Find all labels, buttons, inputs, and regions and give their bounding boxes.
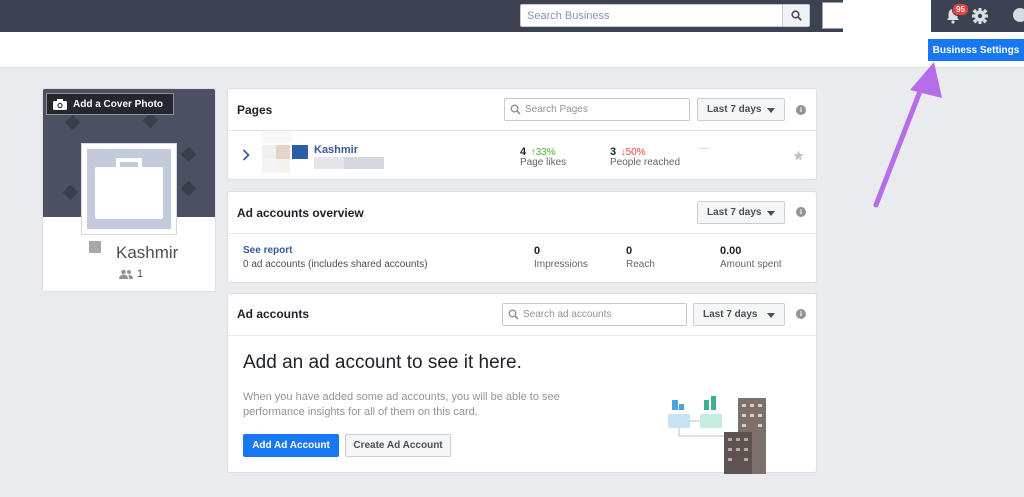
blurred-thumbnail <box>262 145 276 159</box>
blurred-thumbnail <box>262 159 276 173</box>
reach-value: 0 <box>626 245 633 257</box>
help-icon[interactable] <box>1013 8 1024 22</box>
cover-pattern-shape <box>180 180 197 197</box>
pages-search-box[interactable] <box>504 98 690 121</box>
ad-accounts-title: Ad accounts <box>237 307 310 321</box>
info-icon[interactable]: i <box>796 207 806 217</box>
cover-pattern-shape <box>180 146 197 163</box>
page-name-link[interactable]: Kashmir <box>314 144 358 156</box>
cover-pattern-shape <box>64 114 81 131</box>
star-icon[interactable] <box>793 150 804 161</box>
top-navigation-bar: 95 <box>0 0 1024 36</box>
blurred-thumbnail <box>276 159 290 173</box>
impressions-label: Impressions <box>534 259 588 270</box>
blurred-page-info <box>314 157 344 169</box>
cover-pattern-shape <box>142 112 159 129</box>
amount-spent-value: 0.00 <box>720 245 742 257</box>
search-button[interactable] <box>782 5 809 26</box>
ad-accounts-search-input[interactable] <box>523 304 684 325</box>
ad-accounts-search-box[interactable] <box>502 303 687 326</box>
gear-icon[interactable] <box>971 7 989 25</box>
search-icon <box>510 104 521 115</box>
people-reached-label: People reached <box>610 157 681 168</box>
pages-card: Pages Last 7 days i Kashmir 4 ↑33% Page … <box>227 88 817 180</box>
add-ad-account-button[interactable]: Add Ad Account <box>243 434 339 457</box>
ad-accounts-overview-title: Ad accounts overview <box>237 206 364 220</box>
impressions-value: 0 <box>534 245 541 257</box>
blurred-page-info <box>344 157 384 169</box>
pages-card-title: Pages <box>237 103 273 117</box>
reach-label: Reach <box>626 259 655 270</box>
notification-badge: 95 <box>952 3 969 16</box>
see-report-link[interactable]: See report <box>243 245 292 256</box>
verification-placeholder-icon <box>89 241 101 253</box>
overview-date-range-label: Last 7 days <box>707 207 762 218</box>
chevron-down-icon <box>767 108 775 113</box>
business-search-box[interactable] <box>520 4 810 27</box>
amount-spent-label: Amount spent <box>720 259 782 270</box>
add-cover-photo-label: Add a Cover Photo <box>73 98 164 110</box>
info-icon[interactable]: i <box>796 309 806 319</box>
search-icon <box>508 309 519 320</box>
camera-icon <box>53 98 67 110</box>
empty-state-heading: Add an ad account to see it here. <box>243 352 522 373</box>
empty-state-description: When you have added some ad accounts, yo… <box>243 391 560 418</box>
pages-date-range-dropdown[interactable]: Last 7 days <box>697 98 785 121</box>
ad-accounts-card: Ad accounts Last 7 days i Add an ad acco… <box>227 293 817 474</box>
chevron-down-icon <box>767 211 775 216</box>
profile-picture[interactable] <box>81 143 177 235</box>
ad-accounts-date-range-label: Last 7 days <box>703 309 758 320</box>
ad-accounts-overview-card: Ad accounts overview Last 7 days i See r… <box>227 191 817 283</box>
annotation-arrow-icon <box>873 62 942 208</box>
pages-search-input[interactable] <box>525 99 687 120</box>
chevron-down-icon <box>767 313 775 318</box>
create-ad-account-button[interactable]: Create Ad Account <box>345 434 451 457</box>
people-icon <box>119 269 133 279</box>
business-profile-card: Add a Cover Photo Kashmir 1 <box>42 88 216 292</box>
page-likes-label: Page likes <box>520 157 567 168</box>
briefcase-icon <box>95 167 163 219</box>
blurred-thumbnail <box>276 145 290 159</box>
people-count-value: 1 <box>137 268 144 280</box>
info-icon[interactable]: i <box>796 105 806 115</box>
ad-accounts-date-range-dropdown[interactable]: Last 7 days <box>693 303 785 326</box>
cover-pattern-shape <box>62 184 79 201</box>
page-thumbnail[interactable] <box>292 145 308 159</box>
people-count[interactable]: 1 <box>119 268 143 280</box>
blurred-thumbnail <box>262 131 292 143</box>
ad-accounts-count-text: 0 ad accounts (includes shared accounts) <box>243 259 428 270</box>
business-search-input[interactable] <box>521 5 783 26</box>
account-switcher[interactable] <box>822 2 844 29</box>
search-icon <box>790 10 802 21</box>
empty-metric-dash: — <box>699 143 709 154</box>
add-cover-photo-button[interactable]: Add a Cover Photo <box>46 93 174 115</box>
overview-date-range-dropdown[interactable]: Last 7 days <box>697 201 785 224</box>
business-name: Kashmir <box>116 243 179 262</box>
ad-accounts-illustration <box>668 396 766 474</box>
account-name-area[interactable] <box>843 0 931 36</box>
pages-date-range-label: Last 7 days <box>707 104 762 115</box>
chevron-right-icon[interactable] <box>242 149 250 161</box>
